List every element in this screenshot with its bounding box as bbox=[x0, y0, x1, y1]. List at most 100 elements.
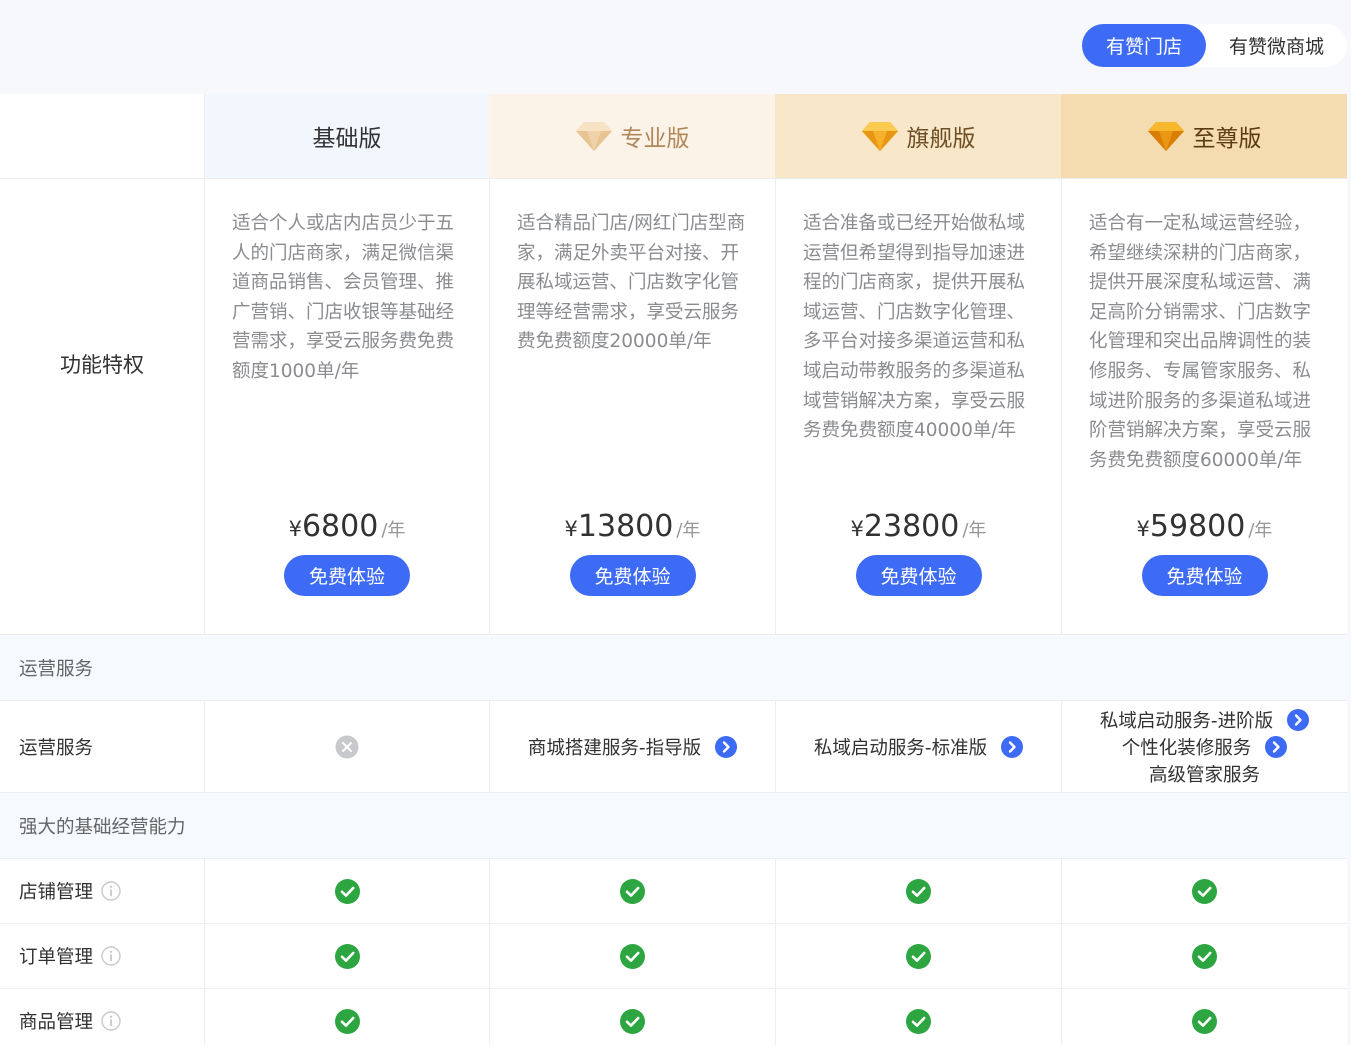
cell-supreme bbox=[1061, 924, 1347, 988]
price-currency: ¥ bbox=[1136, 517, 1150, 541]
cell-pro: 商城搭建服务-指导版 bbox=[489, 701, 775, 792]
arrow-right-circle-icon[interactable] bbox=[1287, 708, 1310, 731]
plan-name: 基础版 bbox=[312, 126, 382, 152]
price-unit: /年 bbox=[381, 520, 406, 541]
cell-basic bbox=[204, 989, 489, 1045]
price-amount: 59800 bbox=[1149, 509, 1246, 544]
info-icon[interactable] bbox=[101, 1011, 121, 1031]
cell-basic bbox=[204, 859, 489, 923]
cell-flagship bbox=[775, 989, 1061, 1045]
feature-header-label: 功能特权 bbox=[60, 352, 144, 377]
check-circle-icon bbox=[620, 943, 645, 969]
service-name: 高级管家服务 bbox=[1148, 764, 1260, 786]
service-item[interactable]: 私域启动服务-标准版 bbox=[813, 733, 1024, 760]
check-circle-icon bbox=[334, 943, 360, 969]
cell-supreme: 私域启动服务-进阶版 个性化装修服务 高级管家服务 bbox=[1061, 701, 1347, 792]
row-label-cell: 商品管理 bbox=[0, 989, 204, 1045]
plan-description: 适合精品门店/网红门店型商家，满足外卖平台对接、开展私域运营、门店数字化管理等经… bbox=[517, 213, 746, 353]
check-circle-icon bbox=[334, 1008, 360, 1034]
info-icon[interactable] bbox=[101, 946, 121, 966]
price-amount: 13800 bbox=[577, 509, 674, 544]
check-circle-icon bbox=[620, 878, 645, 904]
cell-flagship: 私域启动服务-标准版 bbox=[775, 701, 1061, 792]
price-unit: /年 bbox=[1248, 520, 1273, 541]
row-label: 订单管理 bbox=[19, 947, 94, 968]
check-circle-icon bbox=[906, 1008, 931, 1034]
plan-header-pro: 专业版 bbox=[489, 94, 775, 178]
row-label-cell: 店铺管理 bbox=[0, 859, 204, 923]
check-circle-icon bbox=[906, 943, 931, 969]
plan-header-flagship: 旗舰版 bbox=[775, 94, 1061, 178]
table-row-store-management: 店铺管理 bbox=[0, 858, 1347, 923]
price-unit: /年 bbox=[676, 520, 701, 541]
row-label-cell: 订单管理 bbox=[0, 924, 204, 988]
check-circle-icon bbox=[906, 878, 931, 904]
pricing-comparison-table: 基础版 专业版 旗舰版 至尊版 功能特权 适合个人或店内店员少于五人的门店商家，… bbox=[0, 94, 1347, 1045]
plan-name: 专业版 bbox=[620, 126, 690, 152]
plan-price: ¥6800/年 bbox=[205, 509, 489, 544]
free-trial-button[interactable]: 免费体验 bbox=[1141, 555, 1268, 596]
product-switch: 有赞门店 有赞微商城 bbox=[1082, 24, 1347, 67]
check-circle-icon bbox=[1192, 878, 1217, 904]
info-icon[interactable] bbox=[101, 881, 121, 901]
plan-name: 至尊版 bbox=[1192, 126, 1262, 152]
plan-price: ¥13800/年 bbox=[490, 509, 775, 544]
service-name: 商城搭建服务-指导版 bbox=[527, 737, 702, 759]
tab-youzan-store[interactable]: 有赞门店 bbox=[1082, 24, 1206, 67]
table-row-product-management: 商品管理 bbox=[0, 988, 1347, 1045]
edition-tabs-bar: 有赞门店 有赞微商城 bbox=[0, 0, 1351, 94]
check-circle-icon bbox=[1192, 943, 1217, 969]
free-trial-button[interactable]: 免费体验 bbox=[284, 555, 410, 596]
free-trial-button[interactable]: 免费体验 bbox=[569, 555, 696, 596]
section-header-operations: 运营服务 bbox=[0, 634, 1347, 700]
arrow-right-circle-icon[interactable] bbox=[715, 735, 738, 758]
diamond-icon bbox=[861, 122, 898, 151]
price-unit: /年 bbox=[962, 520, 987, 541]
cell-pro bbox=[489, 924, 775, 988]
plan-description: 适合准备或已经开始做私域运营但希望得到指导加速进程的门店商家，提供开展私域运营、… bbox=[803, 213, 1026, 442]
service-name: 私域启动服务-进阶版 bbox=[1099, 710, 1274, 732]
cell-pro bbox=[489, 989, 775, 1045]
plan-price: ¥59800/年 bbox=[1062, 509, 1347, 544]
plan-card-flagship: 适合准备或已经开始做私域运营但希望得到指导加速进程的门店商家，提供开展私域运营、… bbox=[775, 179, 1061, 634]
diamond-icon bbox=[1147, 122, 1184, 151]
check-circle-icon bbox=[620, 1008, 645, 1034]
row-label: 商品管理 bbox=[19, 1012, 94, 1033]
service-item[interactable]: 商城搭建服务-指导版 bbox=[527, 733, 738, 760]
price-amount: 6800 bbox=[301, 509, 379, 544]
plan-header-supreme: 至尊版 bbox=[1061, 94, 1347, 178]
plan-price: ¥23800/年 bbox=[776, 509, 1061, 544]
plan-header-basic: 基础版 bbox=[204, 94, 489, 178]
section-header-basic-capabilities: 强大的基础经营能力 bbox=[0, 792, 1347, 858]
row-label: 运营服务 bbox=[19, 737, 94, 759]
header-corner bbox=[0, 94, 204, 178]
price-currency: ¥ bbox=[288, 517, 302, 541]
diamond-icon bbox=[575, 122, 612, 151]
cell-basic bbox=[204, 924, 489, 988]
plan-name: 旗舰版 bbox=[906, 126, 976, 152]
service-item: 高级管家服务 bbox=[1149, 760, 1260, 787]
service-name: 私域启动服务-标准版 bbox=[813, 737, 988, 759]
table-row-operations-service: 运营服务 商城搭建服务-指导版 私域启动服务-标准版 私域启动服务-进阶版 个性… bbox=[0, 700, 1347, 792]
cell-flagship bbox=[775, 859, 1061, 923]
cell-pro bbox=[489, 859, 775, 923]
service-name: 个性化装修服务 bbox=[1121, 737, 1252, 759]
price-currency: ¥ bbox=[564, 517, 578, 541]
service-item[interactable]: 私域启动服务-进阶版 bbox=[1099, 706, 1310, 733]
plan-description: 适合有一定私域运营经验，希望继续深耕的门店商家，提供开展深度私域运营、满足高阶分… bbox=[1089, 213, 1312, 471]
arrow-right-circle-icon[interactable] bbox=[1265, 735, 1288, 758]
cell-flagship bbox=[775, 924, 1061, 988]
check-circle-icon bbox=[334, 878, 360, 904]
cross-circle-icon bbox=[335, 735, 359, 758]
cell-supreme bbox=[1061, 989, 1347, 1045]
plan-description: 适合个人或店内店员少于五人的门店商家，满足微信渠道商品销售、会员管理、推广营销、… bbox=[232, 213, 455, 382]
service-item[interactable]: 个性化装修服务 bbox=[1122, 733, 1288, 760]
arrow-right-circle-icon[interactable] bbox=[1001, 735, 1024, 758]
price-amount: 23800 bbox=[863, 509, 960, 544]
tab-youzan-microshop[interactable]: 有赞微商城 bbox=[1206, 24, 1347, 67]
cell-basic bbox=[204, 701, 489, 792]
price-currency: ¥ bbox=[850, 517, 864, 541]
check-circle-icon bbox=[1192, 1008, 1217, 1034]
row-label: 店铺管理 bbox=[19, 882, 94, 903]
free-trial-button[interactable]: 免费体验 bbox=[855, 555, 982, 596]
